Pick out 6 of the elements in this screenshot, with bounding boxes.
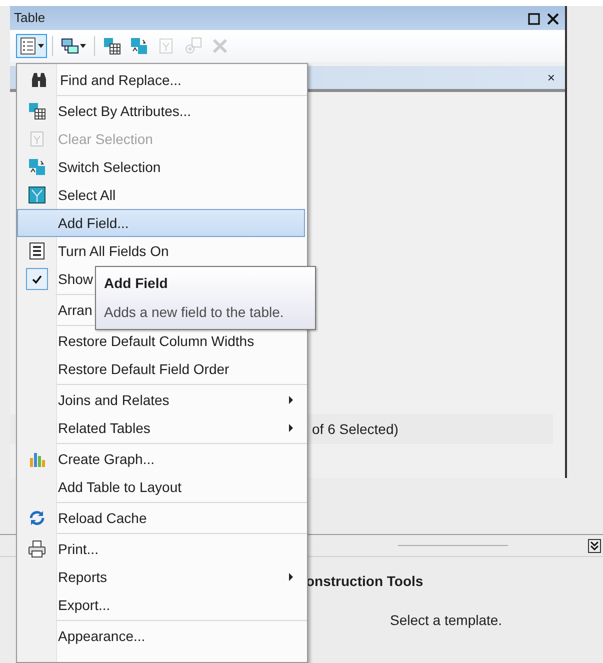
panel-title: onstruction Tools (306, 572, 424, 591)
empty-message: Select a template. (390, 611, 502, 630)
tooltip-title: Add Field (104, 274, 169, 293)
window-title: Table (14, 9, 46, 28)
tooltip-text: Adds a new field to the table. (104, 303, 285, 322)
selection-count: of 6 Selected) (312, 420, 398, 439)
